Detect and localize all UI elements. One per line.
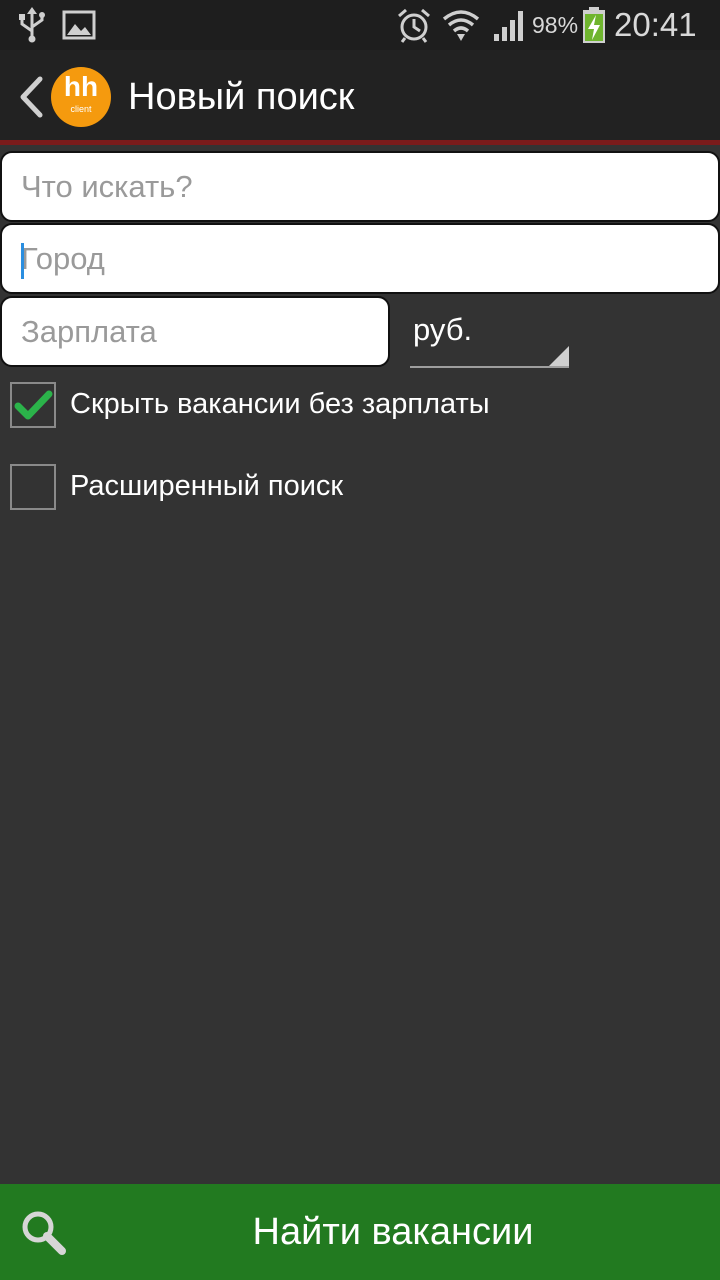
city-field[interactable] — [0, 223, 720, 294]
hide-without-salary-option[interactable]: Скрыть вакансии без зарплаты — [10, 382, 530, 432]
status-bar: 98% 20:41 — [0, 0, 720, 50]
text-cursor — [21, 243, 24, 279]
dropdown-corner-icon — [549, 346, 569, 366]
salary-input[interactable] — [2, 298, 388, 365]
currency-select[interactable]: руб. — [410, 302, 569, 368]
wifi-icon — [442, 0, 480, 50]
city-input[interactable] — [2, 225, 718, 292]
find-vacancies-button[interactable]: Найти вакансии — [0, 1184, 720, 1280]
salary-field[interactable] — [0, 296, 390, 367]
advanced-search-option[interactable]: Расширенный поиск — [10, 464, 390, 514]
alarm-icon — [396, 0, 432, 50]
checkmark-icon — [14, 390, 53, 420]
currency-value: руб. — [413, 312, 473, 347]
action-bar-divider — [0, 140, 720, 145]
back-chevron-icon[interactable] — [18, 76, 44, 118]
advanced-search-checkbox[interactable] — [10, 464, 56, 510]
hide-without-salary-checkbox[interactable] — [10, 382, 56, 428]
action-bar: hh client Новый поиск — [0, 50, 720, 140]
hide-without-salary-label: Скрыть вакансии без зарплаты — [70, 388, 490, 420]
page-title: Новый поиск — [128, 76, 355, 118]
logo-text: hh — [63, 71, 99, 102]
advanced-search-label: Расширенный поиск — [70, 470, 344, 502]
battery-percent: 98% — [532, 11, 579, 38]
find-vacancies-label: Найти вакансии — [252, 1211, 534, 1253]
signal-icon — [492, 0, 528, 50]
logo-subtext: client — [70, 104, 92, 114]
battery-charging-icon — [582, 0, 606, 50]
image-icon — [62, 0, 96, 50]
clock: 20:41 — [614, 6, 697, 43]
usb-icon — [18, 0, 46, 50]
query-field[interactable] — [0, 151, 720, 222]
query-input[interactable] — [2, 153, 718, 220]
app-logo[interactable]: hh client — [51, 67, 111, 127]
